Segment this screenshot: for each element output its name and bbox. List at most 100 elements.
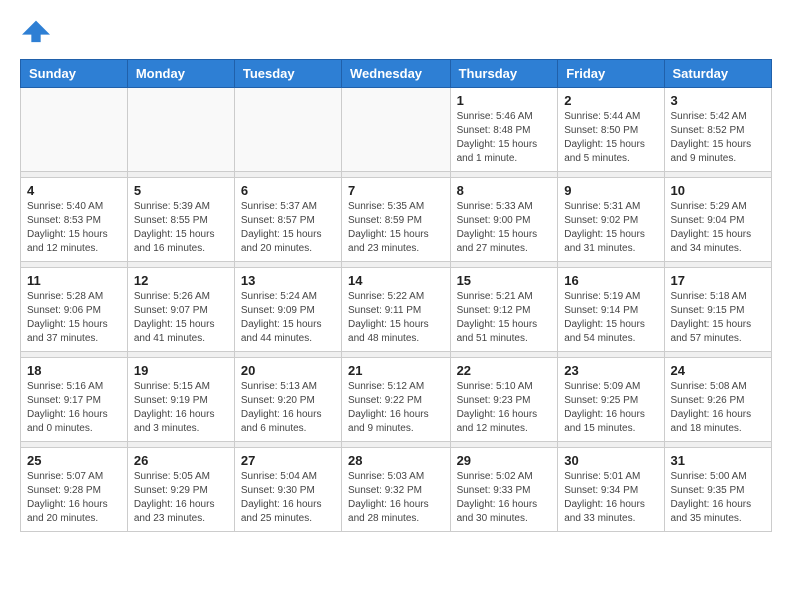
day-info: Sunrise: 5:28 AM Sunset: 9:06 PM Dayligh… [27, 290, 121, 346]
calendar-cell: 28 Sunrise: 5:03 AM Sunset: 9:32 PM Dayli… [342, 448, 451, 532]
calendar-cell: 29 Sunrise: 5:02 AM Sunset: 9:33 PM Dayli… [450, 448, 558, 532]
calendar-cell: 23 Sunrise: 5:09 AM Sunset: 9:25 PM Dayli… [558, 358, 664, 442]
week-row-1: 1 Sunrise: 5:46 AM Sunset: 8:48 PM Daylig… [21, 88, 772, 172]
calendar-cell: 24Sunrise: 5:08 AM Sunset: 9:26 PM Dayli… [664, 358, 771, 442]
day-info: Sunrise: 5:07 AM Sunset: 9:28 PM Dayligh… [27, 470, 121, 526]
day-info: Sunrise: 5:37 AM Sunset: 8:57 PM Dayligh… [241, 200, 335, 256]
day-number: 30 [564, 453, 657, 468]
week-row-2: 4 Sunrise: 5:40 AM Sunset: 8:53 PM Daylig… [21, 178, 772, 262]
day-info: Sunrise: 5:46 AM Sunset: 8:48 PM Dayligh… [457, 110, 552, 166]
calendar-cell: 19 Sunrise: 5:15 AM Sunset: 9:19 PM Dayli… [127, 358, 234, 442]
day-number: 18 [27, 363, 121, 378]
day-info: Sunrise: 5:24 AM Sunset: 9:09 PM Dayligh… [241, 290, 335, 346]
calendar-cell: 6 Sunrise: 5:37 AM Sunset: 8:57 PM Daylig… [234, 178, 341, 262]
day-info: Sunrise: 5:18 AM Sunset: 9:15 PM Dayligh… [671, 290, 765, 346]
day-info: Sunrise: 5:09 AM Sunset: 9:25 PM Dayligh… [564, 380, 657, 436]
calendar-cell: 4 Sunrise: 5:40 AM Sunset: 8:53 PM Daylig… [21, 178, 128, 262]
calendar-cell: 21 Sunrise: 5:12 AM Sunset: 9:22 PM Dayli… [342, 358, 451, 442]
day-number: 20 [241, 363, 335, 378]
calendar-cell [127, 88, 234, 172]
day-number: 4 [27, 183, 121, 198]
day-number: 1 [457, 93, 552, 108]
day-info: Sunrise: 5:31 AM Sunset: 9:02 PM Dayligh… [564, 200, 657, 256]
weekday-header-thursday: Thursday [450, 60, 558, 88]
calendar-cell: 13Sunrise: 5:24 AM Sunset: 9:09 PM Dayli… [234, 268, 341, 352]
weekday-header-row: SundayMondayTuesdayWednesdayThursdayFrid… [21, 60, 772, 88]
calendar-cell: 15 Sunrise: 5:21 AM Sunset: 9:12 PM Dayli… [450, 268, 558, 352]
day-number: 22 [457, 363, 552, 378]
day-number: 29 [457, 453, 552, 468]
calendar-cell: 1 Sunrise: 5:46 AM Sunset: 8:48 PM Daylig… [450, 88, 558, 172]
day-number: 6 [241, 183, 335, 198]
day-info: Sunrise: 5:05 AM Sunset: 9:29 PM Dayligh… [134, 470, 228, 526]
calendar-cell: 18Sunrise: 5:16 AM Sunset: 9:17 PM Dayli… [21, 358, 128, 442]
logo-icon [22, 16, 50, 44]
calendar-cell [234, 88, 341, 172]
calendar-cell: 17 Sunrise: 5:18 AM Sunset: 9:15 PM Dayli… [664, 268, 771, 352]
week-row-5: 25 Sunrise: 5:07 AM Sunset: 9:28 PM Dayli… [21, 448, 772, 532]
weekday-header-monday: Monday [127, 60, 234, 88]
day-number: 9 [564, 183, 657, 198]
week-row-4: 18Sunrise: 5:16 AM Sunset: 9:17 PM Dayli… [21, 358, 772, 442]
day-number: 12 [134, 273, 228, 288]
day-info: Sunrise: 5:39 AM Sunset: 8:55 PM Dayligh… [134, 200, 228, 256]
calendar-cell: 27Sunrise: 5:04 AM Sunset: 9:30 PM Dayli… [234, 448, 341, 532]
day-info: Sunrise: 5:44 AM Sunset: 8:50 PM Dayligh… [564, 110, 657, 166]
calendar-cell: 10 Sunrise: 5:29 AM Sunset: 9:04 PM Dayli… [664, 178, 771, 262]
day-number: 10 [671, 183, 765, 198]
logo [20, 16, 50, 49]
day-number: 3 [671, 93, 765, 108]
weekday-header-wednesday: Wednesday [342, 60, 451, 88]
calendar-cell: 2 Sunrise: 5:44 AM Sunset: 8:50 PM Daylig… [558, 88, 664, 172]
day-number: 25 [27, 453, 121, 468]
calendar-cell: 31 Sunrise: 5:00 AM Sunset: 9:35 PM Dayli… [664, 448, 771, 532]
day-info: Sunrise: 5:22 AM Sunset: 9:11 PM Dayligh… [348, 290, 444, 346]
day-number: 17 [671, 273, 765, 288]
day-info: Sunrise: 5:03 AM Sunset: 9:32 PM Dayligh… [348, 470, 444, 526]
calendar-cell [21, 88, 128, 172]
day-number: 8 [457, 183, 552, 198]
week-row-3: 11 Sunrise: 5:28 AM Sunset: 9:06 PM Dayli… [21, 268, 772, 352]
weekday-header-friday: Friday [558, 60, 664, 88]
calendar-cell: 26 Sunrise: 5:05 AM Sunset: 9:29 PM Dayli… [127, 448, 234, 532]
calendar-cell: 12 Sunrise: 5:26 AM Sunset: 9:07 PM Dayli… [127, 268, 234, 352]
calendar-cell: 3Sunrise: 5:42 AM Sunset: 8:52 PM Daylig… [664, 88, 771, 172]
calendar-cell: 9 Sunrise: 5:31 AM Sunset: 9:02 PM Daylig… [558, 178, 664, 262]
day-number: 2 [564, 93, 657, 108]
calendar-cell: 20 Sunrise: 5:13 AM Sunset: 9:20 PM Dayli… [234, 358, 341, 442]
calendar-cell: 30 Sunrise: 5:01 AM Sunset: 9:34 PM Dayli… [558, 448, 664, 532]
day-info: Sunrise: 5:35 AM Sunset: 8:59 PM Dayligh… [348, 200, 444, 256]
calendar-cell: 8Sunrise: 5:33 AM Sunset: 9:00 PM Daylig… [450, 178, 558, 262]
day-info: Sunrise: 5:29 AM Sunset: 9:04 PM Dayligh… [671, 200, 765, 256]
day-number: 21 [348, 363, 444, 378]
day-info: Sunrise: 5:21 AM Sunset: 9:12 PM Dayligh… [457, 290, 552, 346]
calendar-cell: 5Sunrise: 5:39 AM Sunset: 8:55 PM Daylig… [127, 178, 234, 262]
calendar-cell: 16 Sunrise: 5:19 AM Sunset: 9:14 PM Dayli… [558, 268, 664, 352]
weekday-header-saturday: Saturday [664, 60, 771, 88]
day-number: 15 [457, 273, 552, 288]
calendar-cell: 14Sunrise: 5:22 AM Sunset: 9:11 PM Dayli… [342, 268, 451, 352]
weekday-header-tuesday: Tuesday [234, 60, 341, 88]
day-info: Sunrise: 5:01 AM Sunset: 9:34 PM Dayligh… [564, 470, 657, 526]
day-info: Sunrise: 5:15 AM Sunset: 9:19 PM Dayligh… [134, 380, 228, 436]
day-number: 31 [671, 453, 765, 468]
day-info: Sunrise: 5:02 AM Sunset: 9:33 PM Dayligh… [457, 470, 552, 526]
calendar-cell [342, 88, 451, 172]
page: SundayMondayTuesdayWednesdayThursdayFrid… [0, 0, 792, 552]
day-number: 11 [27, 273, 121, 288]
day-number: 23 [564, 363, 657, 378]
day-info: Sunrise: 5:40 AM Sunset: 8:53 PM Dayligh… [27, 200, 121, 256]
day-number: 27 [241, 453, 335, 468]
day-number: 26 [134, 453, 228, 468]
day-number: 16 [564, 273, 657, 288]
calendar-cell: 22Sunrise: 5:10 AM Sunset: 9:23 PM Dayli… [450, 358, 558, 442]
day-number: 19 [134, 363, 228, 378]
day-number: 24 [671, 363, 765, 378]
day-info: Sunrise: 5:19 AM Sunset: 9:14 PM Dayligh… [564, 290, 657, 346]
calendar-cell: 7Sunrise: 5:35 AM Sunset: 8:59 PM Daylig… [342, 178, 451, 262]
day-info: Sunrise: 5:26 AM Sunset: 9:07 PM Dayligh… [134, 290, 228, 346]
day-info: Sunrise: 5:12 AM Sunset: 9:22 PM Dayligh… [348, 380, 444, 436]
day-info: Sunrise: 5:13 AM Sunset: 9:20 PM Dayligh… [241, 380, 335, 436]
day-number: 28 [348, 453, 444, 468]
day-info: Sunrise: 5:00 AM Sunset: 9:35 PM Dayligh… [671, 470, 765, 526]
